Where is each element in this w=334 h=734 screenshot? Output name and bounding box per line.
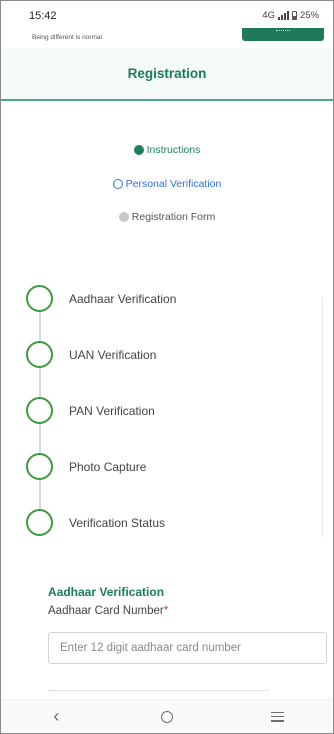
status-indicators: 4G 25%: [262, 10, 319, 21]
scrollbar-track[interactable]: [322, 297, 323, 537]
home-button[interactable]: [147, 703, 187, 731]
active-step-icon: [112, 179, 123, 189]
app-tagline: Being different is normal: [32, 34, 102, 41]
timeline-item-uan[interactable]: UAN Verification: [26, 341, 156, 368]
page-title: Registration: [127, 66, 207, 81]
signal-icon: [277, 11, 289, 20]
pending-step-icon: [118, 212, 129, 222]
helper-text: [48, 690, 268, 696]
screen: 15:42 4G 25% Being different is normal R…: [0, 0, 334, 734]
status-bar: 15:42 4G 25%: [1, 1, 333, 31]
field-label-text: Aadhaar Card Number: [48, 605, 164, 617]
timeline-item-pan[interactable]: PAN Verification: [26, 397, 155, 424]
timeline-item-photo[interactable]: Photo Capture: [26, 453, 146, 480]
status-time: 15:42: [29, 10, 57, 22]
step-label: Registration Form: [131, 211, 216, 223]
form-section-title: Aadhaar Verification: [48, 585, 165, 599]
page-header: Registration: [1, 48, 333, 101]
timeline-label: Verification Status: [69, 515, 166, 530]
system-nav-bar: ‹: [1, 699, 333, 733]
step-circle-icon: [26, 397, 53, 424]
timeline-label: UAN Verification: [69, 347, 157, 362]
battery-icon: [291, 11, 297, 20]
home-circle-icon: [160, 710, 173, 723]
required-mark: *: [163, 605, 169, 617]
timeline-item-aadhaar[interactable]: Aadhaar Verification: [26, 285, 176, 312]
step-circle-icon: [26, 341, 53, 368]
timeline-item-status[interactable]: Verification Status: [26, 509, 165, 536]
timeline-label: Aadhaar Verification: [69, 291, 177, 306]
recents-icon: [271, 711, 285, 722]
recents-button[interactable]: [258, 703, 298, 731]
step-registration-form[interactable]: Registration Form: [1, 211, 333, 223]
back-button[interactable]: ‹: [36, 703, 76, 731]
header-action-button[interactable]: [242, 28, 324, 41]
aadhaar-number-input[interactable]: [48, 632, 327, 664]
timeline-label: PAN Verification: [69, 403, 155, 418]
step-instructions[interactable]: Instructions: [1, 144, 333, 156]
step-personal-verification[interactable]: Personal Verification: [1, 178, 333, 190]
step-circle-icon: [26, 453, 53, 480]
aadhaar-field-label: Aadhaar Card Number*: [48, 605, 168, 617]
step-circle-icon: [26, 509, 53, 536]
app-brand-strip: Being different is normal: [1, 28, 333, 47]
step-label: Instructions: [146, 144, 201, 156]
back-arrow-icon: ‹: [53, 706, 60, 726]
timeline-label: Photo Capture: [69, 459, 147, 474]
battery-level: 25%: [299, 10, 319, 21]
completed-step-icon: [133, 145, 144, 155]
step-label: Personal Verification: [125, 178, 222, 190]
network-type: 4G: [262, 10, 275, 21]
step-circle-icon: [26, 285, 53, 312]
